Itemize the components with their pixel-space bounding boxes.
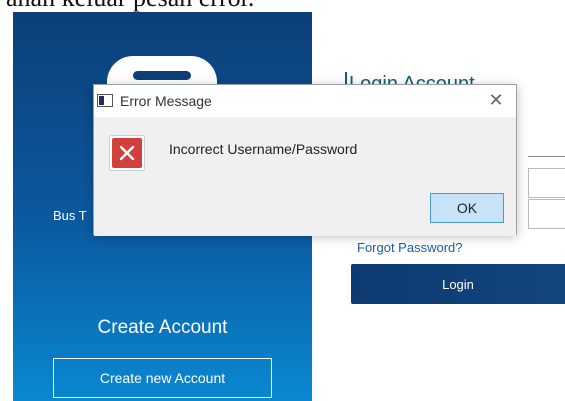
create-new-account-button[interactable]: Create new Account <box>53 358 272 398</box>
dialog-title: Error Message <box>120 93 212 109</box>
username-field[interactable] <box>528 156 565 157</box>
error-icon <box>109 135 145 171</box>
password-confirm-field[interactable] <box>528 199 565 229</box>
ok-button[interactable]: OK <box>430 193 504 223</box>
create-account-heading: Create Account <box>97 317 228 338</box>
dialog-body: Incorrect Username/Password OK <box>94 117 516 236</box>
close-icon[interactable]: ✕ <box>486 90 506 110</box>
forgot-password-link[interactable]: Forgot Password? <box>357 240 463 255</box>
error-message: Incorrect Username/Password <box>169 141 358 157</box>
error-dialog: Error Message ✕ Incorrect Username/Passw… <box>93 84 517 236</box>
password-field[interactable] <box>528 168 565 198</box>
window-icon <box>97 94 113 107</box>
dialog-titlebar[interactable]: Error Message ✕ <box>94 85 516 117</box>
app-name-text: Bus T <box>53 208 87 223</box>
login-button[interactable]: Login <box>351 264 565 304</box>
